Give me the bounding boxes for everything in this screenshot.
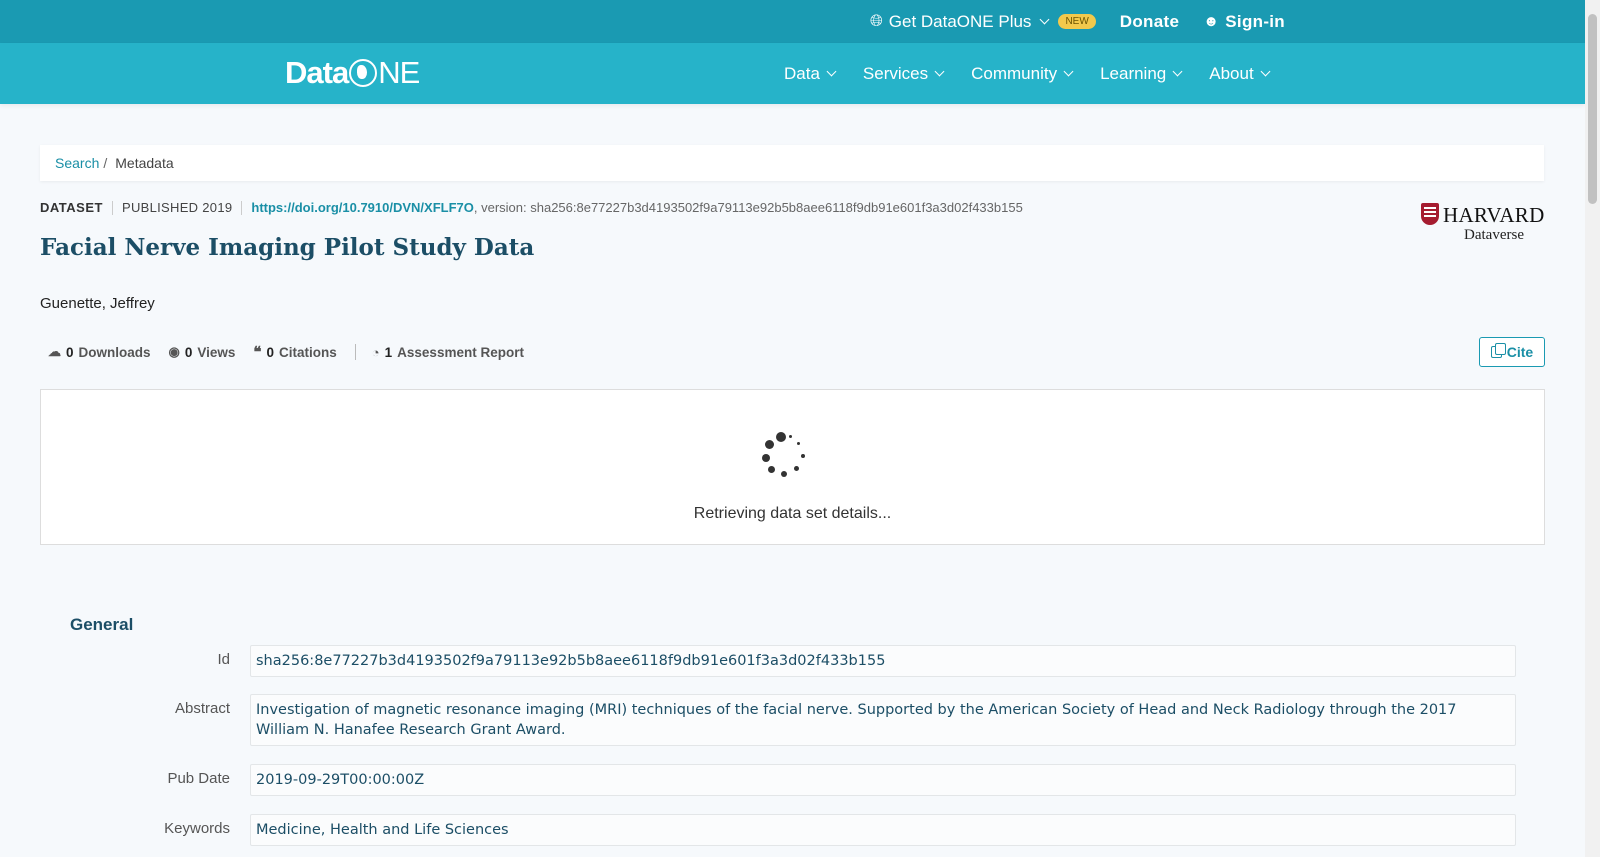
scrollbar-thumb[interactable] <box>1588 14 1597 204</box>
nav-item-label: Learning <box>1100 63 1167 83</box>
breadcrumb-separator: / <box>103 155 108 171</box>
spinner-icon <box>762 430 810 478</box>
version-text: , version: sha256:8e77227b3d4193502f9a79… <box>473 200 1023 215</box>
chevron-down-icon <box>1039 14 1050 25</box>
cite-label: Cite <box>1506 344 1534 360</box>
views-count: 0 <box>184 344 193 360</box>
dataset-type-label: DATASET <box>40 200 103 215</box>
copy-icon <box>1490 343 1506 358</box>
metrics-bar: ☁︎ 0 Downloads ◉︎ 0 Views ❝︎ 0 Citations… <box>48 343 542 361</box>
logo-globe-icon <box>349 59 378 87</box>
views-label: Views <box>197 344 236 360</box>
loading-text: Retrieving data set details... <box>693 505 892 522</box>
cloud-download-icon: ☁︎ <box>48 344 61 359</box>
chevron-down-icon <box>934 66 945 77</box>
user-icon: ☻︎ <box>1203 13 1220 30</box>
assessment-label: Assessment Report <box>397 344 524 360</box>
page-scrollbar[interactable] <box>1585 0 1600 857</box>
get-dataone-plus-label: Get DataONE Plus <box>888 11 1032 31</box>
get-dataone-plus-link[interactable]: 🌐︎ Get DataONE Plus NEW <box>870 12 1096 32</box>
harvard-dataverse-logo[interactable]: HARVARD Dataverse <box>1421 203 1545 245</box>
assessment-metric[interactable]: ◔︎ 1 Assessment Report <box>372 345 524 360</box>
repository-name: HARVARD <box>1443 203 1545 227</box>
meta-divider <box>241 200 243 215</box>
metrics-divider <box>354 344 356 360</box>
field-value-id: sha256:8e77227b3d4193502f9a79113e92b5b8a… <box>250 645 1516 677</box>
logo-text-prefix: Data <box>285 55 349 90</box>
chevron-down-icon <box>1063 66 1074 77</box>
field-value-pub-date: 2019-09-29T00:00:00Z <box>250 764 1516 796</box>
top-utility-bar: 🌐︎ Get DataONE Plus NEW Donate ☻︎ Sign-i… <box>0 0 1585 43</box>
field-label-id: Id <box>217 651 230 668</box>
nav-item-learning[interactable]: Learning <box>1100 63 1183 84</box>
dataset-meta-line: DATASET PUBLISHED 2019 https://doi.org/1… <box>40 200 1023 215</box>
field-label-pub-date: Pub Date <box>167 770 230 787</box>
nav-item-label: Data <box>784 63 820 83</box>
nav-item-services[interactable]: Services <box>862 63 945 84</box>
eye-icon: ◉︎ <box>168 344 180 359</box>
field-label-keywords: Keywords <box>164 820 230 837</box>
nav-item-label: Community <box>971 63 1058 83</box>
breadcrumb-search-link[interactable]: Search <box>55 155 99 171</box>
general-section-title: General <box>70 615 134 634</box>
new-badge: NEW <box>1058 14 1096 29</box>
nav-menu: Data Services Community Learning About <box>784 43 1271 104</box>
quote-icon: ❝︎ <box>253 344 262 361</box>
downloads-label: Downloads <box>78 344 151 360</box>
sign-in-label: Sign-in <box>1225 11 1285 31</box>
donate-link[interactable]: Donate <box>1120 12 1179 32</box>
breadcrumb: Search / Metadata <box>40 145 1544 181</box>
breadcrumb-current: Metadata <box>115 155 174 171</box>
field-value-keywords: Medicine, Health and Life Sciences <box>250 814 1516 846</box>
downloads-metric[interactable]: ☁︎ 0 Downloads <box>48 344 151 360</box>
citations-count: 0 <box>266 344 275 360</box>
assessment-count: 1 <box>384 344 393 360</box>
nav-item-about[interactable]: About <box>1209 63 1271 84</box>
cite-button[interactable]: Cite <box>1479 337 1545 367</box>
views-metric[interactable]: ◉︎ 0 Views <box>169 344 236 360</box>
field-label-abstract: Abstract <box>174 700 230 717</box>
citations-label: Citations <box>279 344 337 360</box>
gauge-icon: ◔︎ <box>371 344 380 360</box>
logo-text-suffix: NE <box>378 55 420 90</box>
globe-plus-icon: 🌐︎ <box>869 12 883 30</box>
main-navbar: Data NE Data Services Community Learning… <box>0 43 1585 104</box>
nav-item-label: About <box>1209 63 1254 83</box>
top-utility-links: 🌐︎ Get DataONE Plus NEW Donate ☻︎ Sign-i… <box>870 0 1285 43</box>
chevron-down-icon <box>826 66 837 77</box>
sign-in-link[interactable]: ☻︎ Sign-in <box>1203 12 1285 32</box>
dataset-author[interactable]: Guenette, Jeffrey <box>40 295 155 312</box>
meta-divider <box>111 200 113 215</box>
nav-item-data[interactable]: Data <box>784 63 837 84</box>
published-label: PUBLISHED 2019 <box>121 200 233 215</box>
nav-item-label: Services <box>862 63 929 83</box>
citations-metric[interactable]: ❝︎ 0 Citations <box>253 343 336 361</box>
nav-item-community[interactable]: Community <box>971 63 1074 84</box>
repository-sub: Dataverse <box>1464 227 1524 243</box>
harvard-shield-icon <box>1421 203 1439 225</box>
field-value-abstract: Investigation of magnetic resonance imag… <box>250 694 1516 746</box>
chevron-down-icon <box>1172 66 1183 77</box>
doi-link[interactable]: https://doi.org/10.7910/DVN/XFLF7O <box>251 200 473 215</box>
donate-label: Donate <box>1119 11 1180 31</box>
page-title: Facial Nerve Imaging Pilot Study Data <box>40 234 535 261</box>
dataone-logo[interactable]: Data NE <box>285 55 420 91</box>
downloads-count: 0 <box>66 344 74 360</box>
chevron-down-icon <box>1260 66 1271 77</box>
